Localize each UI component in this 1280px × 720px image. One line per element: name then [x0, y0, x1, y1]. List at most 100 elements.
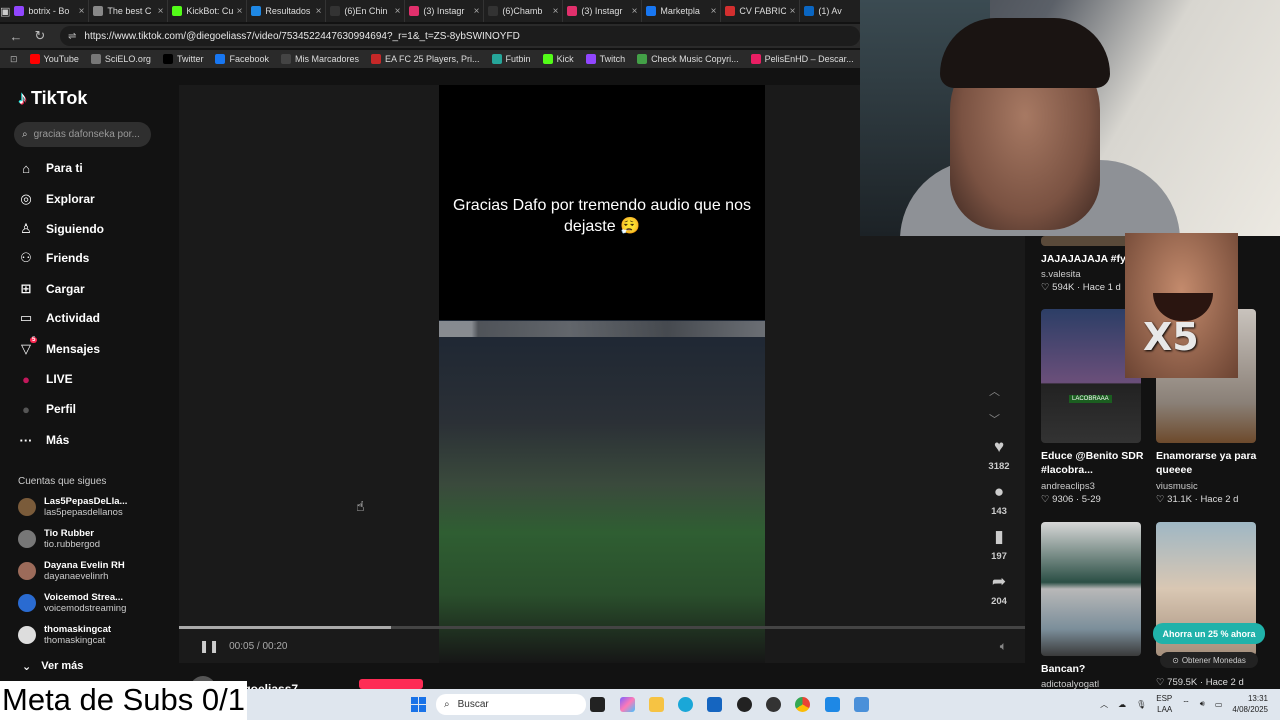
bookmark[interactable]: Facebook	[215, 54, 269, 64]
battery-icon[interactable]: ▭	[1215, 700, 1223, 709]
close-icon[interactable]: ×	[632, 6, 638, 17]
video-thumbnail[interactable]	[1041, 522, 1141, 656]
nav-item-explorar[interactable]: ◎ Explorar	[18, 188, 94, 210]
bookmark[interactable]: PelisEnHD – Descar...	[750, 54, 854, 64]
volume-icon[interactable]: 🔈︎	[1000, 639, 1007, 654]
nav-item-actividad[interactable]: ▭ Actividad	[18, 307, 100, 329]
followed-account[interactable]: Tio Rubber tio.rubbergod	[18, 528, 100, 550]
search-input[interactable]: ⌕ gracias dafonseka por...	[14, 122, 151, 147]
chrome-icon[interactable]	[795, 697, 810, 712]
nav-item-m-s[interactable]: ··· Más	[18, 429, 70, 451]
followed-account[interactable]: thomaskingcat thomaskingcat	[18, 624, 111, 646]
nav-item-cargar[interactable]: ⊞ Cargar	[18, 278, 85, 300]
comment-icon[interactable]: ●	[994, 480, 1004, 504]
close-icon[interactable]: ×	[553, 6, 559, 17]
video-progress-bar[interactable]	[179, 626, 1025, 629]
wifi-icon[interactable]: ⌔	[1182, 699, 1190, 709]
bookmark-icon[interactable]: ▮	[994, 525, 1003, 549]
video-frame[interactable]: Gracias Dafo por tremendo audio que nos …	[439, 85, 765, 663]
previous-video-icon[interactable]: ︿	[989, 383, 1000, 399]
browser-tab[interactable]: CV FABRIC ×	[721, 0, 801, 22]
bookmark-icon	[542, 54, 553, 64]
bookmarks-menu-icon[interactable]: ⊡	[10, 54, 18, 65]
video-title[interactable]: Enamorarse ya para queeee	[1156, 449, 1271, 477]
bookmark[interactable]: YouTube	[29, 54, 79, 64]
follow-button[interactable]	[359, 679, 423, 689]
nav-item-perfil[interactable]: ● Perfil	[18, 398, 76, 420]
browser-tab[interactable]: (3) Instagr ×	[563, 0, 643, 22]
followed-account[interactable]: Las5PepasDeLla... las5pepasdellanos	[18, 496, 127, 518]
close-icon[interactable]: ×	[316, 6, 322, 17]
network-app-icon[interactable]	[854, 697, 869, 712]
obs-icon[interactable]	[737, 697, 752, 712]
paint-icon[interactable]	[825, 697, 840, 712]
bookmark[interactable]: Mis Marcadores	[281, 54, 359, 64]
taskbar-search[interactable]: ⌕ Buscar	[436, 694, 586, 715]
browser-tab[interactable]: (6)Chamb ×	[484, 0, 564, 22]
followed-account[interactable]: Voicemod Strea... voicemodstreaming	[18, 592, 126, 614]
task-view-icon[interactable]	[590, 697, 605, 712]
close-icon[interactable]: ×	[474, 6, 480, 17]
windows-start-icon[interactable]	[411, 697, 426, 712]
site-info-icon[interactable]: ⇌	[68, 31, 76, 42]
nav-item-friends[interactable]: ⚇ Friends	[18, 247, 89, 269]
browser-tab[interactable]: (6)En Chin ×	[326, 0, 406, 22]
close-icon[interactable]: ×	[79, 6, 85, 17]
close-icon[interactable]: ×	[158, 6, 164, 17]
bookmark[interactable]: Check Music Copyri...	[637, 54, 739, 64]
nav-item-siguiendo[interactable]: ♙ Siguiendo	[18, 218, 104, 240]
browser-tab[interactable]: botrix - Bo ×	[10, 0, 90, 22]
tray-chevron-icon[interactable]: ︿	[1100, 699, 1108, 710]
clock[interactable]: 13:31 4/08/2025	[1232, 693, 1268, 715]
browser-tab[interactable]: Resultados ×	[247, 0, 327, 22]
close-icon[interactable]: ×	[711, 6, 717, 17]
video-user[interactable]: viusmusic	[1156, 481, 1198, 492]
close-icon[interactable]: ×	[790, 6, 796, 17]
reload-icon[interactable]: ↻	[30, 28, 50, 44]
edge-icon[interactable]	[678, 697, 693, 712]
subs-goal-overlay: Meta de Subs 0/1	[0, 681, 247, 720]
bookmark[interactable]: Kick	[542, 54, 574, 64]
followed-account[interactable]: Dayana Evelin RH dayanaevelinrh	[18, 560, 125, 582]
nav-item-live[interactable]: ● LIVE	[18, 368, 73, 390]
pause-icon[interactable]: ❚❚	[199, 639, 219, 653]
see-more-button[interactable]: ⌄ Ver más	[22, 660, 83, 673]
video-title[interactable]: Bancan?	[1041, 662, 1151, 676]
browser-tab[interactable]: Marketpla ×	[642, 0, 722, 22]
promo-pill-button[interactable]: Ahorra un 25 % ahora	[1153, 623, 1265, 644]
tab-actions-icon[interactable]: ▣	[0, 0, 10, 22]
nav-item-mensajes[interactable]: ▽ 5 Mensajes	[18, 337, 100, 360]
like-icon[interactable]: ♥	[994, 435, 1004, 459]
next-video-icon[interactable]: ﹀	[989, 411, 1000, 427]
browser-tab[interactable]: The best C ×	[89, 0, 169, 22]
bookmark[interactable]: Futbin	[491, 54, 531, 64]
emote-overlay: X5	[1125, 233, 1238, 378]
close-icon[interactable]: ×	[237, 6, 243, 17]
browser-tab[interactable]: (3) Instagr ×	[405, 0, 485, 22]
url-field[interactable]: ⇌ https://www.tiktok.com/@diegoeliass7/v…	[60, 26, 860, 46]
video-user[interactable]: andreaclips3	[1041, 481, 1095, 492]
upload-icon: ⊞	[20, 281, 32, 296]
browser-tab[interactable]: KickBot: Cu ×	[168, 0, 248, 22]
bookmark-icon	[90, 54, 101, 64]
back-icon[interactable]: ←	[6, 29, 26, 44]
nav-item-para-ti[interactable]: ⌂ Para ti	[18, 157, 83, 179]
bookmark[interactable]: Twitter	[162, 54, 203, 64]
file-explorer-icon[interactable]	[649, 697, 664, 712]
tiktok-logo[interactable]: ♪ TikTok	[18, 88, 87, 109]
copilot-icon[interactable]	[620, 697, 635, 712]
keyboard-language[interactable]: ESP LAA	[1156, 693, 1172, 715]
get-coins-button[interactable]: ⊙ Obtener Monedas	[1160, 652, 1258, 668]
app-icon[interactable]	[766, 697, 781, 712]
speaker-icon[interactable]: 🔊︎	[1200, 699, 1205, 709]
microphone-icon[interactable]: 🎙︎	[1136, 700, 1146, 709]
store-icon[interactable]	[707, 697, 722, 712]
bookmark[interactable]: Twitch	[585, 54, 625, 64]
bookmark[interactable]: SciELO.org	[90, 54, 151, 64]
cloud-icon[interactable]: ☁	[1118, 700, 1126, 709]
video-title[interactable]: Educe @Benito SDR #lacobra...	[1041, 449, 1146, 477]
close-icon[interactable]: ×	[395, 6, 401, 17]
share-icon[interactable]: ➦	[992, 570, 1006, 594]
video-user[interactable]: s.valesita	[1041, 269, 1081, 280]
bookmark[interactable]: EA FC 25 Players, Pri...	[371, 54, 480, 64]
